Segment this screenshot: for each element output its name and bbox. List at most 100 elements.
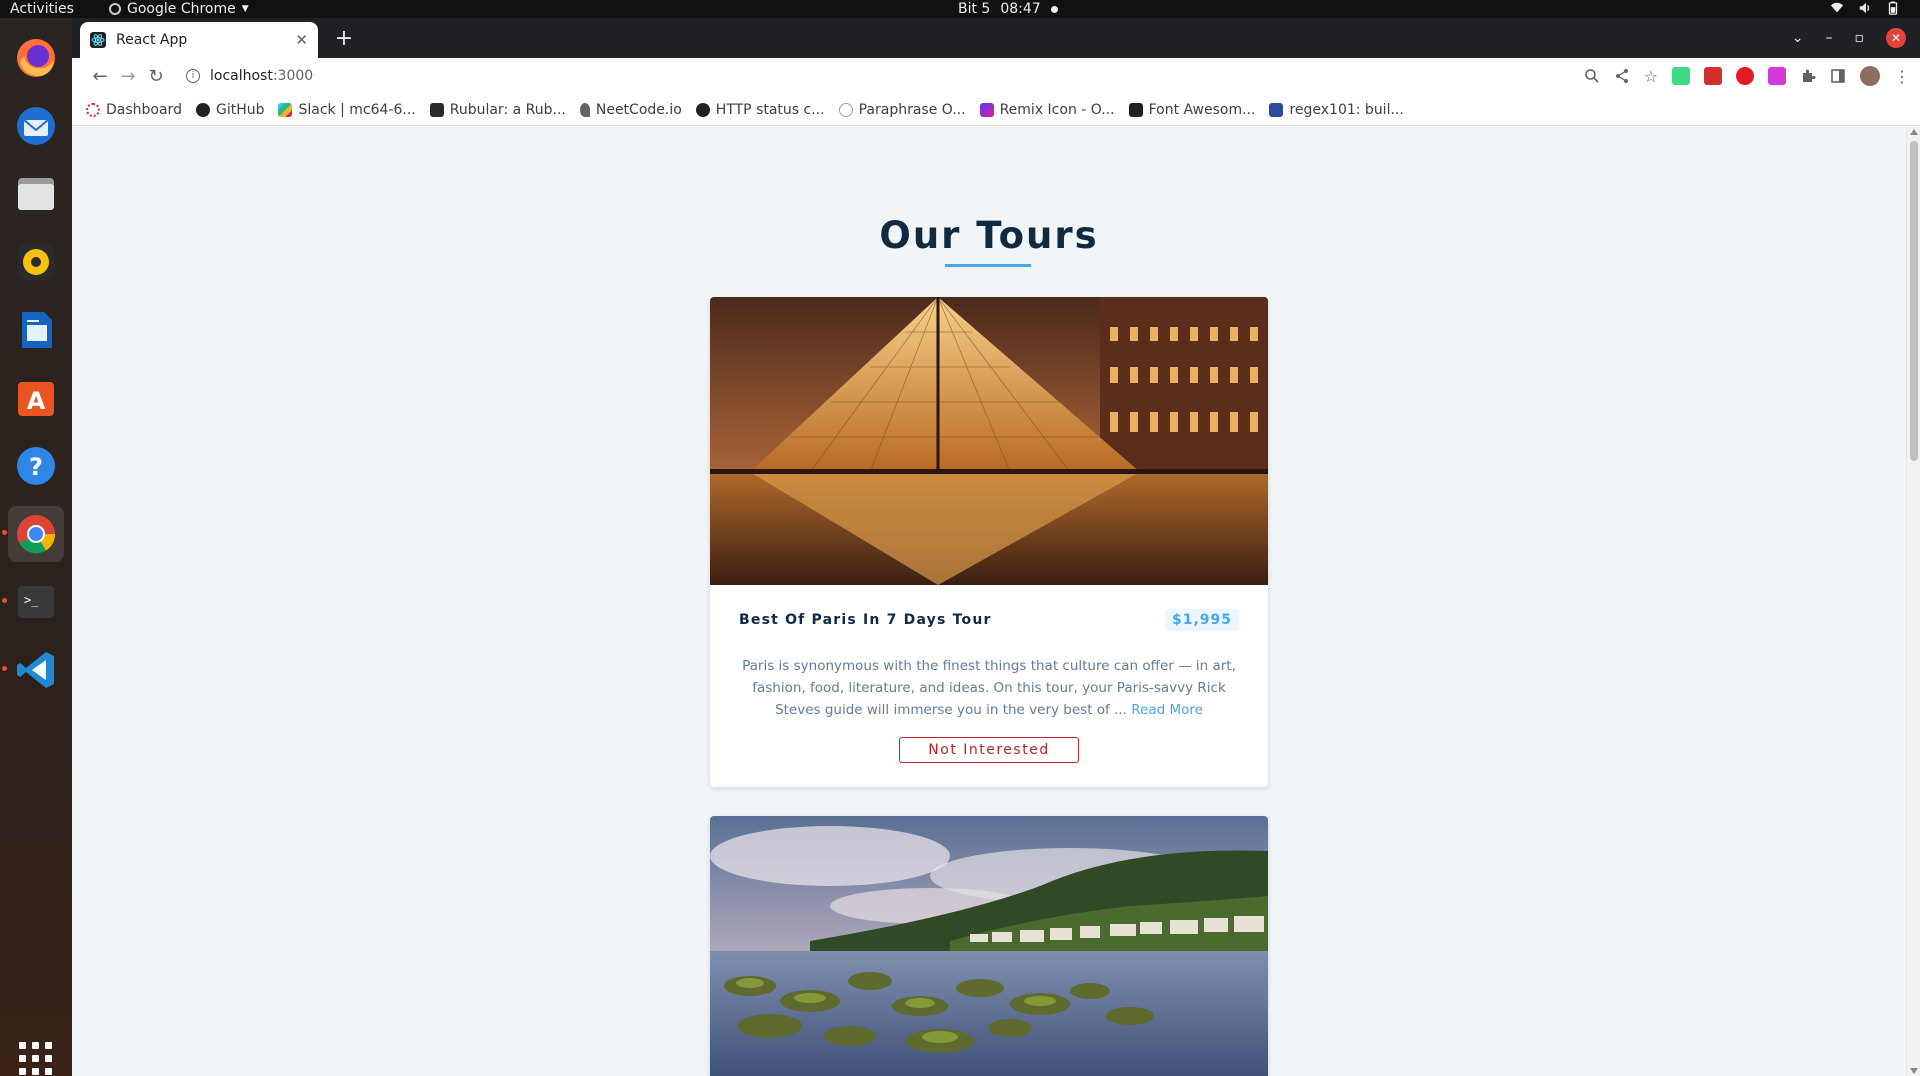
- tour-card: Best Of Paris In 7 Days Tour $1,995 Pari…: [710, 297, 1268, 787]
- reload-icon[interactable]: ↻: [144, 64, 168, 88]
- bookmark-item[interactable]: Rubular: a Rub...: [429, 101, 566, 118]
- extension-2-icon[interactable]: [1704, 67, 1722, 85]
- bookmark-item[interactable]: Remix Icon - O...: [979, 102, 1115, 118]
- firefox-icon[interactable]: [8, 30, 64, 86]
- bookmark-label: NeetCode.io: [595, 101, 682, 118]
- scroll-down-icon[interactable]: [1910, 1068, 1918, 1074]
- bookmark-item[interactable]: GitHub: [195, 101, 265, 118]
- tab-search-icon[interactable]: ⌄: [1792, 30, 1804, 46]
- tab-react-app[interactable]: React App ✕: [80, 22, 318, 58]
- opera-extension-icon[interactable]: [1736, 67, 1754, 85]
- rhythmbox-icon[interactable]: [8, 234, 64, 290]
- github-icon: [195, 102, 210, 117]
- clock[interactable]: Bit 5 08:47: [958, 0, 1058, 18]
- url-text[interactable]: localhost:3000: [210, 68, 313, 84]
- remix-icon: [979, 102, 994, 117]
- running-indicator-icon: [2, 530, 7, 535]
- rubular-icon: [429, 102, 444, 117]
- toolbar-actions: ☆ ⋮: [1584, 66, 1910, 86]
- bookmark-item[interactable]: NeetCode.io: [579, 101, 682, 118]
- wifi-icon: [1830, 2, 1844, 13]
- app-menu[interactable]: Google Chrome ▼: [109, 0, 249, 18]
- bookmark-star-icon[interactable]: ☆: [1644, 67, 1658, 86]
- tour-footer: Best Of Paris In 7 Days Tour $1,995 Pari…: [710, 585, 1268, 787]
- forward-icon[interactable]: →: [116, 64, 140, 88]
- svg-text:A: A: [27, 387, 46, 415]
- side-panel-icon[interactable]: [1830, 68, 1846, 84]
- bookmark-label: Font Awesom...: [1148, 101, 1256, 118]
- menu-icon[interactable]: ⋮: [1894, 67, 1910, 86]
- app-menu-label: Google Chrome: [127, 1, 236, 17]
- running-indicator-icon: [2, 666, 7, 671]
- tab-title: React App: [116, 32, 188, 48]
- github-icon: [695, 102, 710, 117]
- not-interested-button[interactable]: Not Interested: [899, 737, 1079, 763]
- files-icon[interactable]: [8, 166, 64, 222]
- system-tray[interactable]: [1830, 1, 1900, 15]
- extension-1-icon[interactable]: [1672, 67, 1690, 85]
- extension-4-icon[interactable]: [1768, 67, 1786, 85]
- chrome-icon[interactable]: [8, 506, 64, 562]
- extensions-puzzle-icon[interactable]: [1800, 68, 1816, 84]
- bookmark-label: Slack | mc64-6...: [298, 101, 416, 118]
- bookmark-item[interactable]: Font Awesom...: [1128, 101, 1256, 118]
- scroll-up-icon[interactable]: [1910, 129, 1918, 135]
- minimize-icon[interactable]: –: [1826, 30, 1833, 46]
- svg-text:?: ?: [29, 453, 43, 481]
- svg-text:>_: >_: [24, 593, 39, 607]
- clock-time: 08:47: [1000, 1, 1041, 17]
- tour-info-row: Best Of Paris In 7 Days Tour $1,995: [739, 609, 1239, 631]
- system-top-bar: Activities Google Chrome ▼ Bit 5 08:47: [0, 0, 1920, 18]
- share-icon[interactable]: [1614, 68, 1630, 84]
- vscode-icon[interactable]: [8, 642, 64, 698]
- close-window-icon[interactable]: ✕: [1886, 28, 1906, 48]
- bookmark-label: regex101: buil...: [1289, 101, 1404, 118]
- title-underline: [945, 264, 1031, 267]
- dock: A ? >_: [0, 18, 72, 1076]
- url-port: :3000: [272, 68, 314, 84]
- browser-toolbar: ← → ↻ i localhost:3000 ☆ ⋮: [72, 58, 1920, 94]
- new-tab-button[interactable]: +: [330, 24, 358, 52]
- tab-strip: React App ✕ + ⌄ – ▫ ✕: [72, 18, 1920, 58]
- page-scrollbar[interactable]: [1906, 127, 1920, 1076]
- read-more-button[interactable]: Read More: [1131, 702, 1203, 718]
- libreoffice-writer-icon[interactable]: [8, 302, 64, 358]
- battery-icon: [1888, 1, 1898, 15]
- page-title: Our Tours: [879, 214, 1099, 257]
- bookmark-label: GitHub: [215, 101, 265, 118]
- bookmark-item[interactable]: Slack | mc64-6...: [278, 101, 416, 118]
- bookmark-item[interactable]: HTTP status c...: [695, 101, 825, 118]
- activities-button[interactable]: Activities: [10, 0, 74, 18]
- site-info-icon[interactable]: i: [186, 69, 200, 83]
- thunderbird-icon[interactable]: [8, 98, 64, 154]
- bookmark-label: Paraphrase O...: [858, 101, 966, 118]
- font-awesome-icon: [1128, 102, 1143, 117]
- maximize-icon[interactable]: ▫: [1855, 30, 1865, 46]
- bookmark-label: Rubular: a Rub...: [449, 101, 566, 118]
- bookmark-label: Dashboard: [106, 101, 182, 118]
- close-tab-icon[interactable]: ✕: [295, 31, 308, 49]
- profile-avatar[interactable]: [1860, 66, 1880, 86]
- software-center-icon[interactable]: A: [8, 370, 64, 426]
- zoom-icon[interactable]: [1584, 68, 1600, 84]
- notification-dot-icon: [1050, 5, 1058, 13]
- button-row: Not Interested: [739, 737, 1239, 763]
- regex101-icon: [1269, 102, 1284, 117]
- slack-icon: [278, 102, 293, 117]
- tour-name: Best Of Paris In 7 Days Tour: [739, 612, 992, 628]
- show-applications-icon[interactable]: [19, 1042, 53, 1076]
- bookmark-label: HTTP status c...: [715, 101, 825, 118]
- bookmarks-bar: Dashboard GitHub Slack | mc64-6... Rubul…: [72, 94, 1920, 126]
- bookmark-item[interactable]: Paraphrase O...: [838, 101, 966, 118]
- back-icon[interactable]: ←: [88, 64, 112, 88]
- chevron-down-icon: ▼: [241, 4, 249, 14]
- tour-image: [710, 297, 1268, 585]
- terminal-icon[interactable]: >_: [8, 574, 64, 630]
- bookmark-item[interactable]: regex101: buil...: [1269, 101, 1404, 118]
- window-controls: ⌄ – ▫ ✕: [1792, 28, 1906, 48]
- browser-window: React App ✕ + ⌄ – ▫ ✕ ← → ↻ i localhost:…: [72, 18, 1920, 1076]
- help-icon[interactable]: ?: [8, 438, 64, 494]
- scrollbar-thumb[interactable]: [1910, 141, 1918, 461]
- react-favicon-icon: [90, 32, 106, 48]
- bookmark-item[interactable]: Dashboard: [86, 102, 182, 118]
